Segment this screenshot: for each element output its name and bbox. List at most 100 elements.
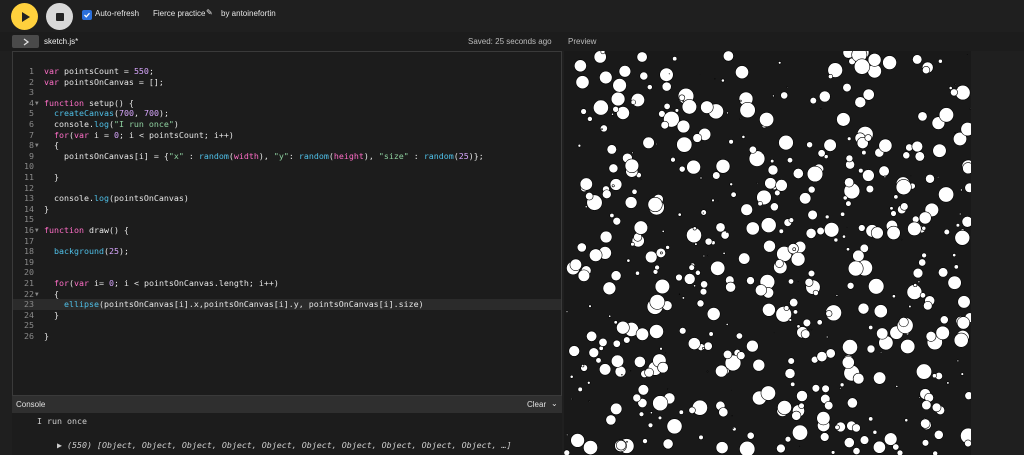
ellipse-point (953, 264, 959, 270)
ellipse-point (569, 258, 582, 271)
ellipse-point (954, 229, 971, 246)
ellipse-point (797, 281, 799, 283)
code-editor[interactable]: 1 var pointsCount = 550; 2 var pointsOnCanv… (12, 51, 562, 396)
ellipse-point (631, 151, 634, 154)
code-line[interactable]: 11 } (13, 172, 561, 183)
code-line[interactable]: 7 for(var i = 0; i < pointsCount; i++) (13, 130, 561, 141)
code-line[interactable]: 10 (13, 161, 561, 172)
ellipse-point (609, 213, 615, 218)
stop-button[interactable] (46, 3, 73, 30)
console-line[interactable]: ▶ (550) [Object, Object, Object, Object,… (37, 430, 512, 455)
ellipse-point (933, 429, 944, 440)
code-line[interactable]: 1 var pointsCount = 550; (13, 66, 561, 77)
ellipse-point (616, 320, 630, 335)
ellipse-point (633, 220, 649, 235)
code-line[interactable]: 4 ▼ function setup() { (13, 98, 561, 109)
sidebar-toggle-button[interactable] (12, 35, 39, 48)
ellipse-point (868, 278, 885, 295)
ellipse-point (956, 359, 960, 363)
ellipse-point (946, 381, 950, 385)
ellipse-point (694, 242, 698, 246)
ellipse-point (841, 356, 855, 369)
ellipse-point (818, 90, 831, 103)
code-line[interactable]: 19 (13, 257, 561, 268)
fold-arrow-icon[interactable]: ▼ (35, 98, 39, 109)
expand-arrow-icon[interactable]: ▶ (57, 440, 67, 450)
auto-refresh-checkbox[interactable] (82, 10, 92, 20)
ellipse-point (715, 222, 726, 233)
pencil-icon[interactable]: ✎ (206, 8, 213, 17)
toolbar: Auto-refresh Fierce practice ✎ by antoin… (0, 0, 1024, 32)
fold-arrow-icon[interactable]: ▼ (35, 289, 39, 300)
code-text: } (44, 309, 59, 320)
console-clear-button[interactable]: Clear (527, 400, 546, 409)
code-line[interactable]: 21 for(var i= 0; i < pointsOnCanvas.leng… (13, 278, 561, 289)
ellipse-point (739, 440, 756, 455)
ellipse-point (852, 447, 861, 455)
ellipse-point (868, 416, 874, 422)
code-line[interactable]: 3 (13, 87, 561, 98)
chevron-down-icon[interactable]: ⌄ (551, 399, 558, 408)
ellipse-point (649, 324, 664, 339)
code-line[interactable]: 23 ellipse(pointsOnCanvas[i].x,pointsOnC… (13, 299, 561, 311)
ellipse-point (652, 395, 669, 412)
line-number: 26 (24, 331, 34, 341)
ellipse-point (739, 118, 741, 120)
code-line[interactable]: 14} (13, 204, 561, 215)
code-line[interactable]: 8 ▼ { (13, 140, 561, 151)
line-number: 7 (29, 129, 34, 140)
auto-refresh-label[interactable]: Auto-refresh (95, 9, 139, 18)
code-line[interactable]: 25 (13, 320, 561, 331)
ellipse-point (599, 230, 613, 244)
project-name[interactable]: Fierce practice (153, 9, 205, 18)
ellipse-point (706, 307, 721, 321)
ellipse-point (904, 418, 909, 423)
ellipse-point (666, 418, 683, 435)
code-line[interactable]: 16 ▼ function draw() { (13, 225, 561, 236)
play-button[interactable] (11, 3, 38, 30)
ellipse-point (678, 327, 687, 335)
code-line[interactable]: 17 (13, 236, 561, 247)
code-line[interactable]: 18 background(25); (13, 246, 561, 257)
code-line[interactable]: 15 (13, 214, 561, 225)
ellipse-point (957, 295, 971, 309)
ellipse-point (676, 136, 693, 153)
ellipse-point (700, 209, 707, 216)
ellipse-point (677, 212, 682, 217)
code-line[interactable]: 12 (13, 183, 561, 194)
ellipse-point (659, 67, 674, 82)
code-line[interactable]: 13 console.log(pointsOnCanvas) (13, 193, 561, 204)
code-line[interactable]: 26} (13, 331, 561, 342)
ellipse-point (575, 75, 590, 90)
ellipse-point (778, 61, 782, 65)
author-link[interactable]: by antoinefortin (221, 9, 276, 18)
code-line[interactable]: 9 pointsOnCanvas[i] = {"x" : random(widt… (13, 151, 561, 162)
code-line[interactable]: 6 console.log("I run once") (13, 119, 561, 130)
ellipse-point (657, 415, 663, 421)
fold-arrow-icon[interactable]: ▼ (35, 225, 39, 236)
code-line[interactable]: 2 var pointsOnCanvas = []; (13, 77, 561, 88)
ellipse-point (918, 396, 921, 399)
ellipse-point (770, 159, 775, 164)
ellipse-point (722, 349, 733, 360)
ellipse-point (960, 372, 964, 376)
line-number: 4 (29, 97, 34, 108)
ellipse-point (612, 78, 627, 93)
ellipse-point (726, 231, 728, 234)
code-line[interactable]: 22 ▼ { (13, 289, 561, 300)
fold-arrow-icon[interactable]: ▼ (35, 140, 39, 151)
ellipse-point (588, 400, 591, 402)
code-line[interactable]: 20 (13, 267, 561, 278)
ellipse-point (699, 288, 708, 296)
code-line[interactable]: 24 } (13, 310, 561, 321)
ellipse-point (807, 185, 816, 194)
code-text: { (44, 140, 59, 151)
ellipse-point (959, 212, 962, 216)
ellipse-point (612, 105, 620, 113)
preview-canvas[interactable] (564, 51, 971, 455)
ellipse-point (678, 94, 686, 101)
file-tab[interactable]: sketch.js* (44, 37, 78, 46)
ellipse-point (895, 385, 899, 388)
code-line[interactable]: 5 createCanvas(700, 700); (13, 108, 561, 119)
ellipse-point (632, 393, 642, 403)
